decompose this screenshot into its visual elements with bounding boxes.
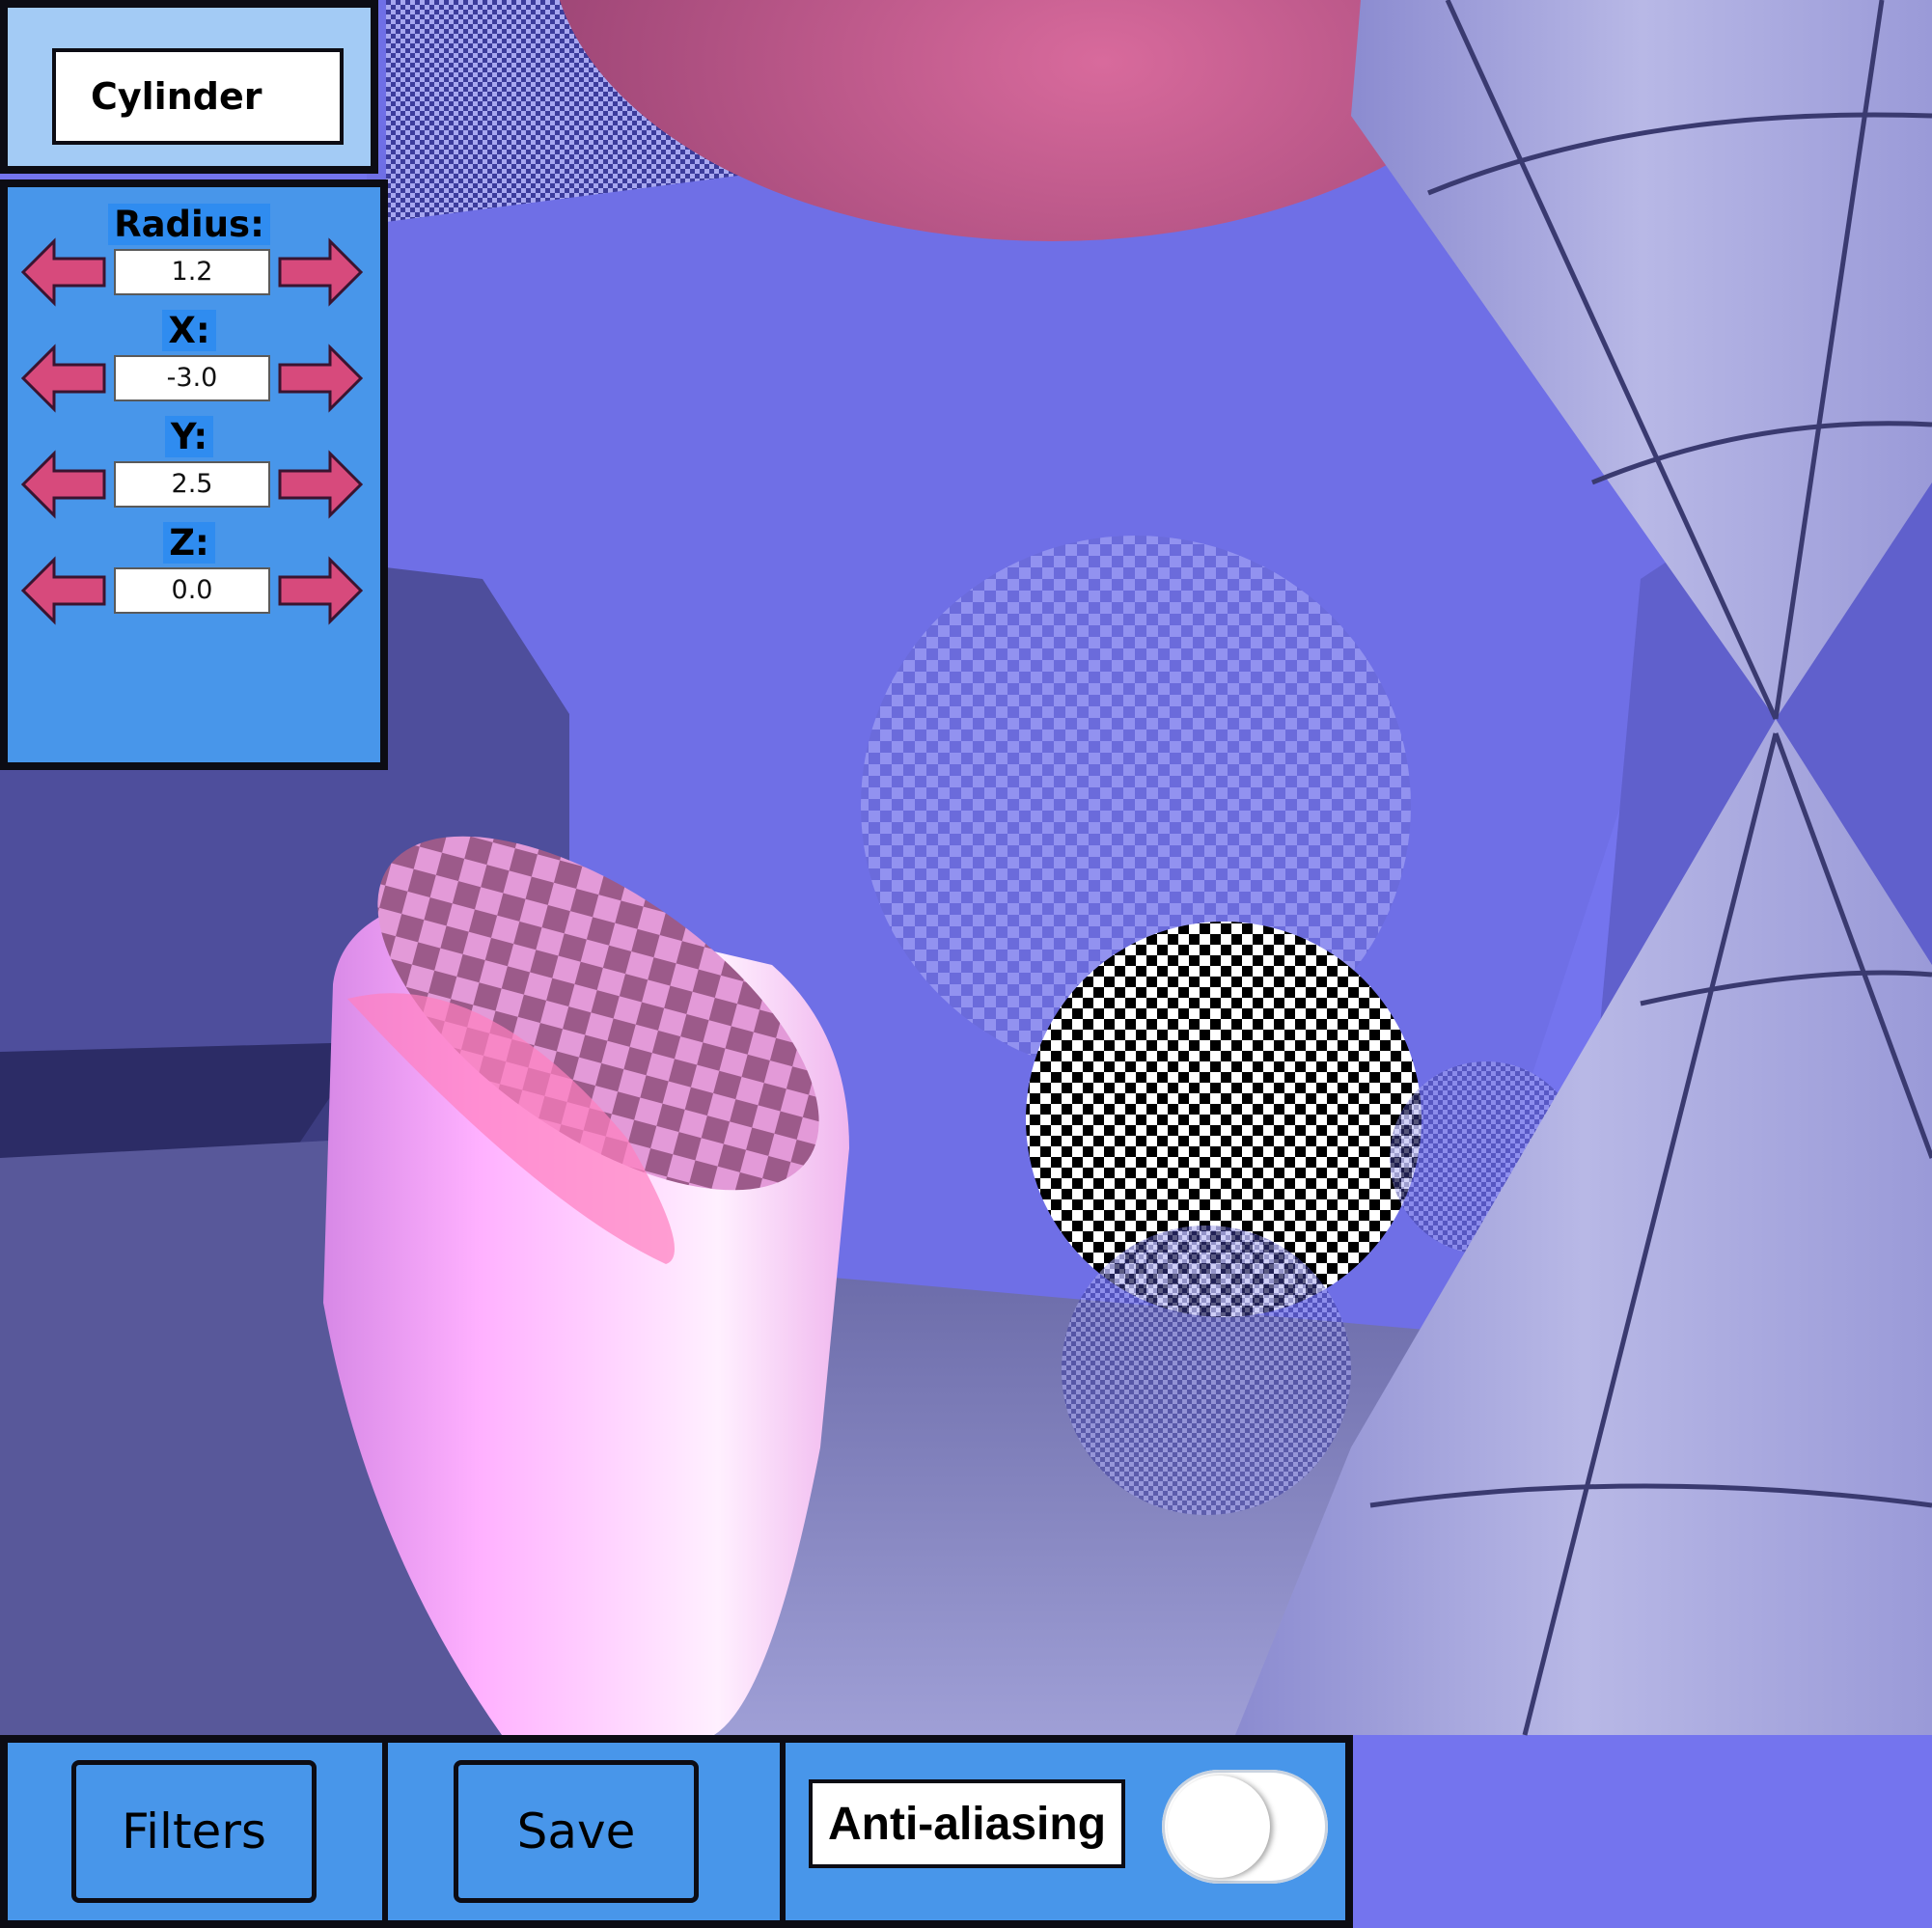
toolbar-divider — [780, 1743, 786, 1928]
object-name-panel: Cylinder — [0, 0, 378, 174]
save-button[interactable]: Save — [454, 1760, 699, 1903]
x-input[interactable]: -3.0 — [114, 355, 270, 401]
toggle-knob — [1168, 1776, 1270, 1878]
z-increase-arrow-icon[interactable] — [276, 556, 363, 625]
radius-decrease-arrow-icon[interactable] — [21, 237, 108, 307]
x-decrease-arrow-icon[interactable] — [21, 344, 108, 413]
raytracer-app: Cylinder Radius: 1.2 X: -3.0 Y: 2.5 Z: 0… — [0, 0, 1932, 1928]
z-decrease-arrow-icon[interactable] — [21, 556, 108, 625]
bottom-toolbar: Filters Save Anti-aliasing — [0, 1735, 1353, 1928]
y-input[interactable]: 2.5 — [114, 461, 270, 508]
y-decrease-arrow-icon[interactable] — [21, 450, 108, 519]
x-increase-arrow-icon[interactable] — [276, 344, 363, 413]
y-increase-arrow-icon[interactable] — [276, 450, 363, 519]
toolbar-divider — [382, 1743, 388, 1928]
radius-increase-arrow-icon[interactable] — [276, 237, 363, 307]
parameter-panel: Radius: 1.2 X: -3.0 Y: 2.5 Z: 0.0 — [0, 179, 388, 770]
z-input[interactable]: 0.0 — [114, 567, 270, 614]
filters-button[interactable]: Filters — [71, 1760, 317, 1903]
object-name-field[interactable]: Cylinder — [52, 48, 344, 145]
radius-input[interactable]: 1.2 — [114, 249, 270, 295]
antialiasing-label: Anti-aliasing — [809, 1779, 1125, 1868]
antialiasing-toggle[interactable] — [1162, 1770, 1328, 1884]
